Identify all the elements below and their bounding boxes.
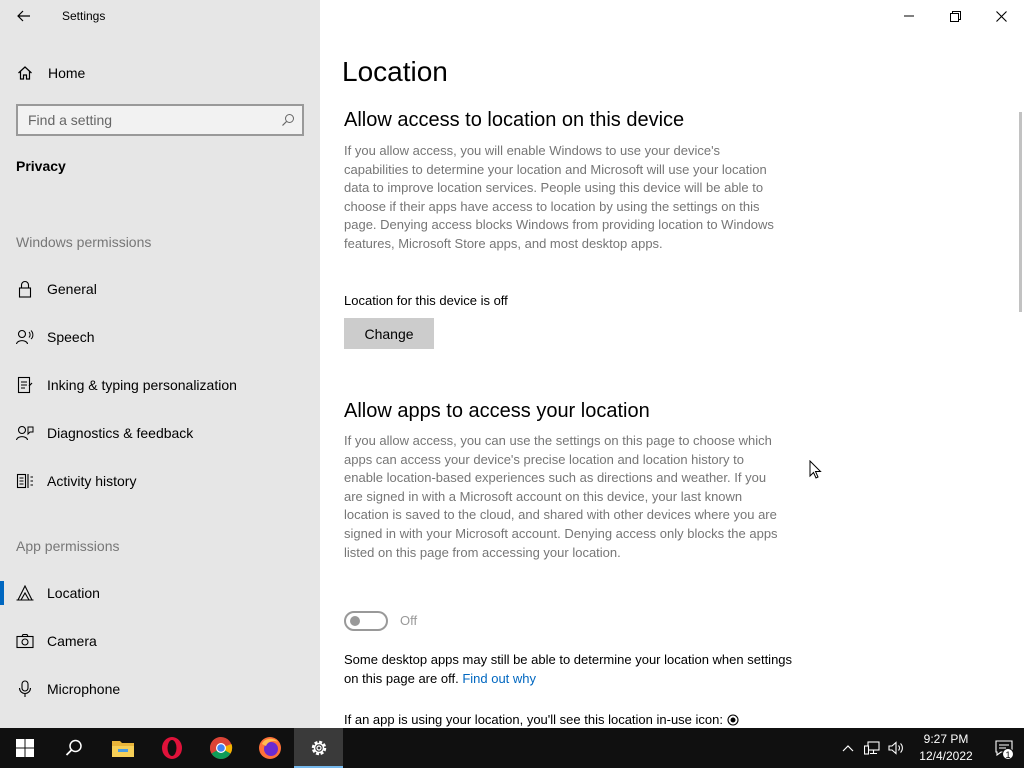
main-content: Location Allow access to location on thi…	[320, 0, 1024, 728]
close-button[interactable]	[978, 0, 1024, 32]
sidebar-item-label: Camera	[47, 633, 97, 649]
volume-icon	[888, 741, 903, 755]
sidebar-item-label: Microphone	[47, 681, 121, 697]
desktop-apps-note: Some desktop apps may still be able to d…	[344, 650, 794, 688]
minimize-icon	[904, 15, 914, 17]
close-icon	[995, 10, 1007, 22]
device-location-status: Location for this device is off	[344, 293, 508, 308]
sidebar-item-label: General	[47, 281, 97, 297]
selected-indicator	[0, 581, 4, 605]
clock-date: 12/4/2022	[919, 749, 973, 763]
device-access-heading: Allow access to location on this device	[344, 109, 685, 131]
clock[interactable]: 9:27 PM 12/4/2022	[908, 731, 984, 765]
activity-history-icon	[0, 473, 47, 489]
sidebar-item-label: Activity history	[47, 473, 137, 489]
home-label: Home	[48, 65, 86, 81]
apps-access-description: If you allow access, you can use the set…	[344, 433, 778, 560]
sidebar-item-label: Inking & typing personalization	[47, 377, 237, 393]
restore-icon	[949, 10, 961, 22]
device-access-description: If you allow access, you will enable Win…	[344, 143, 774, 251]
sidebar-item-speech[interactable]: Speech	[0, 317, 320, 357]
sidebar-item-label: Diagnostics & feedback	[47, 425, 194, 441]
sidebar-item-general[interactable]: General	[0, 269, 320, 309]
taskbar: 9:27 PM 12/4/2022 1	[0, 728, 1024, 768]
find-out-why-link[interactable]: Find out why	[462, 671, 536, 686]
search-placeholder: Find a setting	[28, 112, 113, 128]
opera-button[interactable]	[147, 728, 196, 768]
camera-icon	[0, 633, 47, 649]
app-permissions-heading: App permissions	[16, 538, 120, 554]
network-icon	[864, 741, 880, 755]
toggle-state-label: Off	[400, 613, 418, 628]
scrollbar[interactable]	[1019, 112, 1022, 312]
sidebar-item-inking[interactable]: Inking & typing personalization	[0, 365, 320, 405]
settings-icon	[311, 740, 326, 756]
apps-location-toggle[interactable]	[344, 611, 388, 631]
location-in-use-icon	[727, 713, 739, 726]
sidebar-item-label: Speech	[47, 329, 95, 345]
sidebar-item-location[interactable]: Location	[0, 573, 320, 613]
chevron-up-icon	[842, 745, 854, 752]
page-title: Location	[342, 56, 448, 87]
minimize-button[interactable]	[886, 0, 932, 32]
sidebar: Settings Home Find a setting Privacy Win…	[0, 0, 320, 728]
back-button[interactable]	[8, 0, 40, 32]
diagnostics-icon	[0, 425, 47, 441]
action-center-button[interactable]: 1	[984, 728, 1024, 768]
toggle-knob	[350, 616, 360, 626]
search-icon[interactable]	[274, 113, 302, 127]
windows-permissions-heading: Windows permissions	[16, 234, 152, 250]
file-explorer-icon	[111, 741, 134, 757]
window-controls	[886, 0, 1024, 32]
notification-count-badge: 1	[1002, 748, 1014, 760]
inking-icon	[0, 376, 47, 394]
title-bar: Settings	[0, 0, 320, 32]
sidebar-item-label: Location	[47, 585, 100, 601]
back-arrow-icon	[17, 10, 30, 22]
sidebar-item-home[interactable]: Home	[0, 56, 320, 90]
opera-icon	[161, 737, 182, 759]
file-explorer-button[interactable]	[98, 728, 147, 768]
firefox-icon	[258, 737, 281, 759]
search-icon	[65, 739, 82, 756]
section-title: Privacy	[16, 158, 66, 174]
sidebar-item-camera[interactable]: Camera	[0, 621, 320, 661]
windows-logo-icon	[15, 739, 34, 757]
speech-icon	[0, 329, 47, 345]
sidebar-item-diagnostics[interactable]: Diagnostics & feedback	[0, 413, 320, 453]
restore-button[interactable]	[932, 0, 978, 32]
start-button[interactable]	[0, 728, 49, 768]
sidebar-item-activity-history[interactable]: Activity history	[0, 461, 320, 501]
home-icon	[0, 65, 48, 81]
desktop-apps-note-text: Some desktop apps may still be able to d…	[344, 652, 793, 686]
taskbar-search-button[interactable]	[49, 728, 98, 768]
settings-taskbar-button[interactable]	[294, 728, 343, 768]
system-tray: 9:27 PM 12/4/2022 1	[836, 728, 1024, 768]
apps-access-heading: Allow apps to access your location	[344, 400, 650, 422]
chrome-icon	[209, 737, 232, 759]
clock-time: 9:27 PM	[923, 732, 969, 746]
search-input[interactable]: Find a setting	[16, 104, 304, 136]
sidebar-item-microphone[interactable]: Microphone	[0, 669, 320, 709]
firefox-button[interactable]	[245, 728, 294, 768]
microphone-icon	[0, 680, 47, 698]
change-button[interactable]: Change	[344, 318, 434, 349]
location-in-use-text: If an app is using your location, you'll…	[344, 712, 723, 727]
app-title: Settings	[62, 9, 106, 23]
network-button[interactable]	[860, 728, 884, 768]
show-hidden-icons-button[interactable]	[836, 728, 860, 768]
lock-icon	[0, 280, 47, 298]
location-icon	[0, 585, 47, 601]
volume-button[interactable]	[884, 728, 908, 768]
chrome-button[interactable]	[196, 728, 245, 768]
location-in-use-note: If an app is using your location, you'll…	[344, 712, 739, 727]
mouse-cursor-icon	[809, 460, 822, 479]
